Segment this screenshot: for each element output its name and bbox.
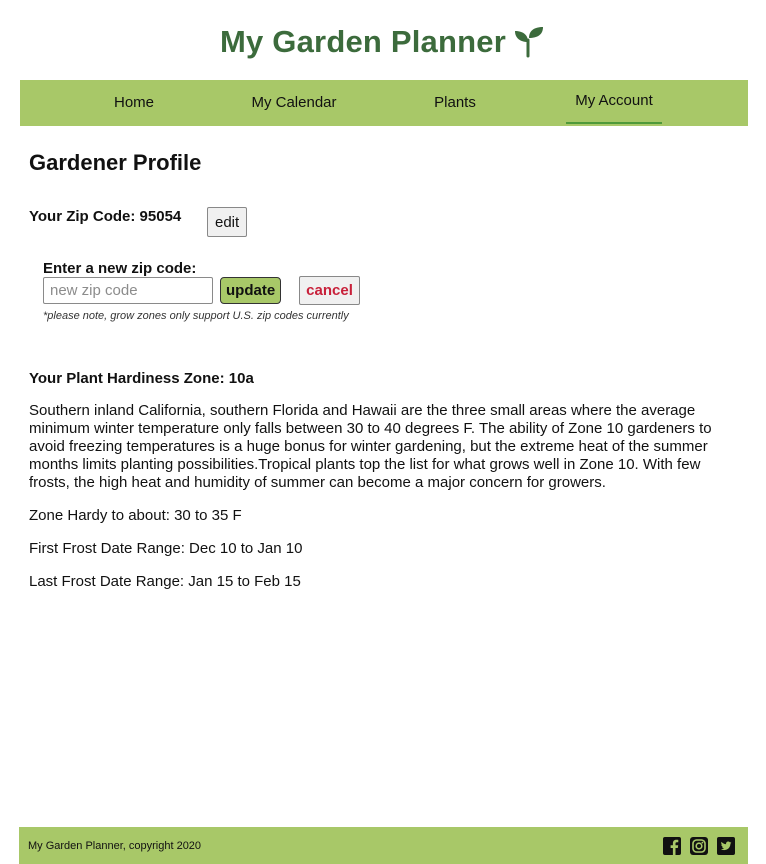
- zone-title: Your Plant Hardiness Zone: 10a: [29, 370, 254, 387]
- nav-item-home[interactable]: Home: [104, 80, 164, 122]
- edit-zip-button[interactable]: edit: [207, 207, 248, 237]
- zip-note: *please note, grow zones only support U.…: [43, 310, 349, 322]
- copyright-text: My Garden Planner, copyright 2020: [28, 840, 202, 852]
- site-title-text: My Garden Planner: [220, 24, 506, 59]
- zip-form-row: update cancel: [43, 276, 360, 305]
- page-title: Gardener Profile: [29, 150, 202, 175]
- nav-item-my-account[interactable]: My Account: [566, 80, 662, 124]
- footer: My Garden Planner, copyright 2020: [19, 827, 748, 864]
- last-frost-range: Last Frost Date Range: Jan 15 to Feb 15: [29, 573, 301, 590]
- zip-input[interactable]: [43, 277, 213, 304]
- twitter-icon[interactable]: [717, 837, 735, 855]
- facebook-icon[interactable]: [663, 837, 681, 855]
- site-header: My Garden Planner: [0, 0, 766, 80]
- site-title[interactable]: My Garden Planner: [220, 24, 546, 60]
- zip-code-label: Your Zip Code: 95054: [29, 208, 182, 225]
- zone-description: Southern inland California, southern Flo…: [29, 402, 712, 491]
- zip-row: Your Zip Code: 95054 edit: [29, 207, 248, 237]
- new-zip-label: Enter a new zip code:: [43, 260, 197, 277]
- profile-section: Gardener Profile Your Zip Code: 95054 ed…: [29, 150, 729, 590]
- main-nav: Home My Calendar Plants My Account: [20, 80, 748, 126]
- first-frost-range: First Frost Date Range: Dec 10 to Jan 10: [29, 540, 303, 557]
- sprout-icon: [514, 27, 543, 58]
- zone-hardy: Zone Hardy to about: 30 to 35 F: [29, 507, 242, 524]
- social-links: [663, 837, 735, 855]
- instagram-icon[interactable]: [690, 837, 708, 855]
- zip-form: Enter a new zip code: update cancel *ple…: [43, 260, 360, 322]
- nav-item-plants[interactable]: Plants: [425, 80, 485, 122]
- cancel-button[interactable]: cancel: [299, 276, 360, 305]
- update-button[interactable]: update: [220, 277, 282, 304]
- nav-item-my-calendar[interactable]: My Calendar: [245, 80, 343, 122]
- zone-section: Your Plant Hardiness Zone: 10a Southern …: [29, 370, 729, 605]
